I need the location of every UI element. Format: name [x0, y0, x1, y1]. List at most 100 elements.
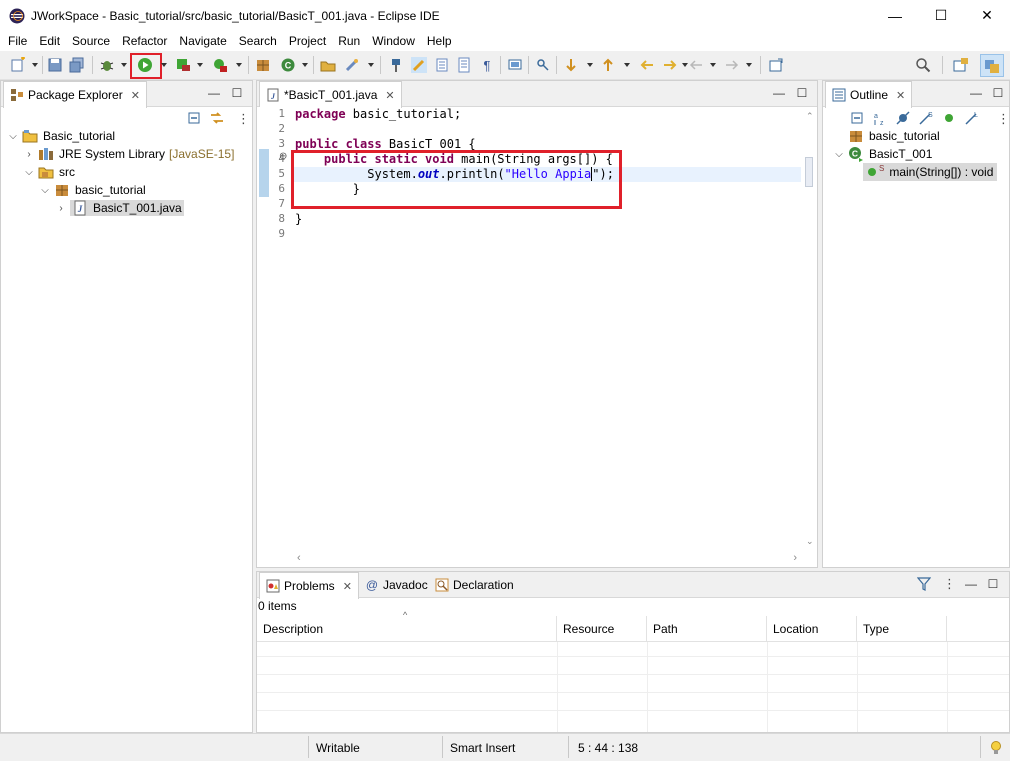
column-location[interactable]: Location [767, 616, 857, 642]
new-java-class-icon[interactable]: C [280, 57, 296, 73]
menu-source[interactable]: Source [66, 31, 116, 51]
tab-outline[interactable]: Outline ✕ [825, 81, 913, 108]
lightbulb-tip-icon[interactable] [988, 740, 1004, 756]
tree-item-package[interactable]: ⌵ basic_tutorial [39, 181, 146, 199]
scroll-left-icon[interactable]: ‹ [297, 552, 301, 564]
link-with-editor-icon[interactable] [209, 110, 225, 126]
close-tab-icon[interactable]: ✕ [343, 580, 352, 593]
tab-declaration[interactable]: Declaration [429, 572, 520, 598]
hide-non-public-icon[interactable] [941, 110, 957, 126]
maximize-view-icon[interactable]: ☐ [991, 86, 1005, 100]
toggle-mark-occurrences-icon[interactable] [411, 57, 427, 73]
debug-dropdown-icon[interactable] [121, 63, 127, 67]
task-dropdown-icon[interactable] [368, 63, 374, 67]
menu-search[interactable]: Search [233, 31, 283, 51]
view-menu-icon[interactable]: ⋮ [997, 111, 1010, 127]
column-resource[interactable]: Resource [557, 616, 647, 642]
close-tab-icon[interactable]: ✕ [131, 89, 140, 102]
external-tools-dropdown-icon[interactable] [236, 63, 242, 67]
maximize-view-icon[interactable]: ☐ [986, 577, 1000, 591]
column-path[interactable]: Path [647, 616, 767, 642]
next-annotation-icon[interactable] [563, 57, 579, 73]
run-dropdown-icon[interactable] [161, 63, 167, 67]
collapse-all-icon[interactable] [186, 110, 202, 126]
menu-file[interactable]: File [2, 31, 33, 51]
minimize-view-icon[interactable]: — [207, 86, 221, 100]
coverage-dropdown-icon[interactable] [197, 63, 203, 67]
close-tab-icon[interactable]: ✕ [896, 89, 905, 102]
previous-annotation-dropdown-icon[interactable] [624, 63, 630, 67]
expanded-arrow-icon[interactable]: ⌵ [23, 167, 35, 178]
maximize-view-icon[interactable]: ☐ [230, 86, 244, 100]
menu-run[interactable]: Run [332, 31, 366, 51]
selected-file-row[interactable]: J BasicT_001.java [70, 200, 184, 216]
tree-item-jre-library[interactable]: › JRE System Library [JavaSE-15] [23, 145, 234, 163]
collapse-all-icon[interactable] [849, 110, 865, 126]
menu-project[interactable]: Project [283, 31, 332, 51]
new-java-package-icon[interactable] [255, 57, 271, 73]
forward-dropdown-icon[interactable] [746, 63, 752, 67]
view-menu-icon[interactable]: ⋮ [237, 111, 250, 127]
new-class-dropdown-icon[interactable] [302, 63, 308, 67]
external-tools-icon[interactable] [212, 57, 228, 73]
menu-refactor[interactable]: Refactor [116, 31, 173, 51]
minimize-view-icon[interactable]: — [969, 86, 983, 100]
minimize-button[interactable]: — [872, 0, 918, 31]
pin-editor-icon[interactable] [388, 57, 404, 73]
tab-editor-file[interactable]: J *BasicT_001.java ✕ [259, 81, 402, 108]
editor-horizontal-scrollbar[interactable]: ‹ › [293, 551, 801, 567]
scroll-thumb[interactable] [805, 157, 813, 187]
close-tab-icon[interactable]: ✕ [385, 89, 394, 102]
tab-javadoc[interactable]: @ Javadoc [359, 572, 434, 598]
forward-edit-icon[interactable] [662, 57, 678, 73]
tree-item-java-file[interactable]: › J BasicT_001.java [55, 199, 184, 217]
tab-problems[interactable]: Problems ✕ [259, 572, 359, 599]
outline-item-class[interactable]: ⌵ C BasicT_001 [833, 145, 932, 163]
hide-local-types-icon[interactable]: L [964, 110, 980, 126]
maximize-view-icon[interactable]: ☐ [795, 86, 809, 100]
scroll-up-icon[interactable]: ⌃ [806, 111, 814, 122]
menu-window[interactable]: Window [366, 31, 421, 51]
expanded-arrow-icon[interactable]: ⌵ [7, 131, 19, 142]
java-perspective-button[interactable] [980, 54, 1004, 77]
expanded-arrow-icon[interactable]: ⌵ [833, 149, 845, 160]
search-icon[interactable] [915, 57, 931, 73]
hide-fields-icon[interactable] [895, 110, 911, 126]
toggle-word-wrap-icon[interactable] [456, 57, 472, 73]
view-menu-icon[interactable]: ⋮ [943, 576, 956, 592]
outline-item-package[interactable]: › basic_tutorial [833, 127, 940, 145]
outline-item-method[interactable]: S main(String[]) : void [863, 163, 998, 181]
last-edit-location-icon[interactable] [639, 57, 655, 73]
scroll-right-icon[interactable]: › [793, 552, 797, 564]
new-dropdown-icon[interactable] [32, 63, 38, 67]
coverage-icon[interactable] [175, 57, 191, 73]
collapsed-arrow-icon[interactable]: › [23, 149, 35, 160]
scroll-down-icon[interactable]: ⌄ [806, 536, 814, 547]
search-references-icon[interactable] [535, 57, 551, 73]
tree-item-project[interactable]: ⌵ Basic_tutorial [7, 127, 115, 145]
menu-edit[interactable]: Edit [33, 31, 66, 51]
expanded-arrow-icon[interactable]: ⌵ [39, 185, 51, 196]
tree-item-src[interactable]: ⌵ src [23, 163, 75, 181]
editor-vertical-scrollbar[interactable]: ⌃ ⌄ [801, 107, 817, 551]
menu-navigate[interactable]: Navigate [173, 31, 232, 51]
new-file-icon[interactable] [10, 57, 26, 73]
sort-icon[interactable]: az [872, 110, 888, 126]
annotation-icon[interactable] [507, 57, 523, 73]
tab-package-explorer[interactable]: Package Explorer ✕ [3, 81, 147, 108]
collapsed-arrow-icon[interactable]: › [55, 203, 67, 214]
open-perspective-icon[interactable] [953, 57, 969, 73]
debug-bug-icon[interactable] [99, 57, 115, 73]
save-all-icon[interactable] [69, 57, 85, 73]
menu-help[interactable]: Help [421, 31, 458, 51]
close-window-button[interactable]: ✕ [964, 0, 1010, 31]
maximize-button[interactable]: ☐ [918, 0, 964, 31]
minimize-view-icon[interactable]: — [772, 86, 786, 100]
next-annotation-dropdown-icon[interactable] [587, 63, 593, 67]
open-type-icon[interactable] [320, 57, 336, 73]
back-icon[interactable] [688, 57, 704, 73]
minimize-view-icon[interactable]: — [964, 577, 978, 591]
save-icon[interactable] [47, 57, 63, 73]
hide-static-icon[interactable]: S [918, 110, 934, 126]
show-whitespace-icon[interactable]: ¶ [479, 57, 495, 73]
